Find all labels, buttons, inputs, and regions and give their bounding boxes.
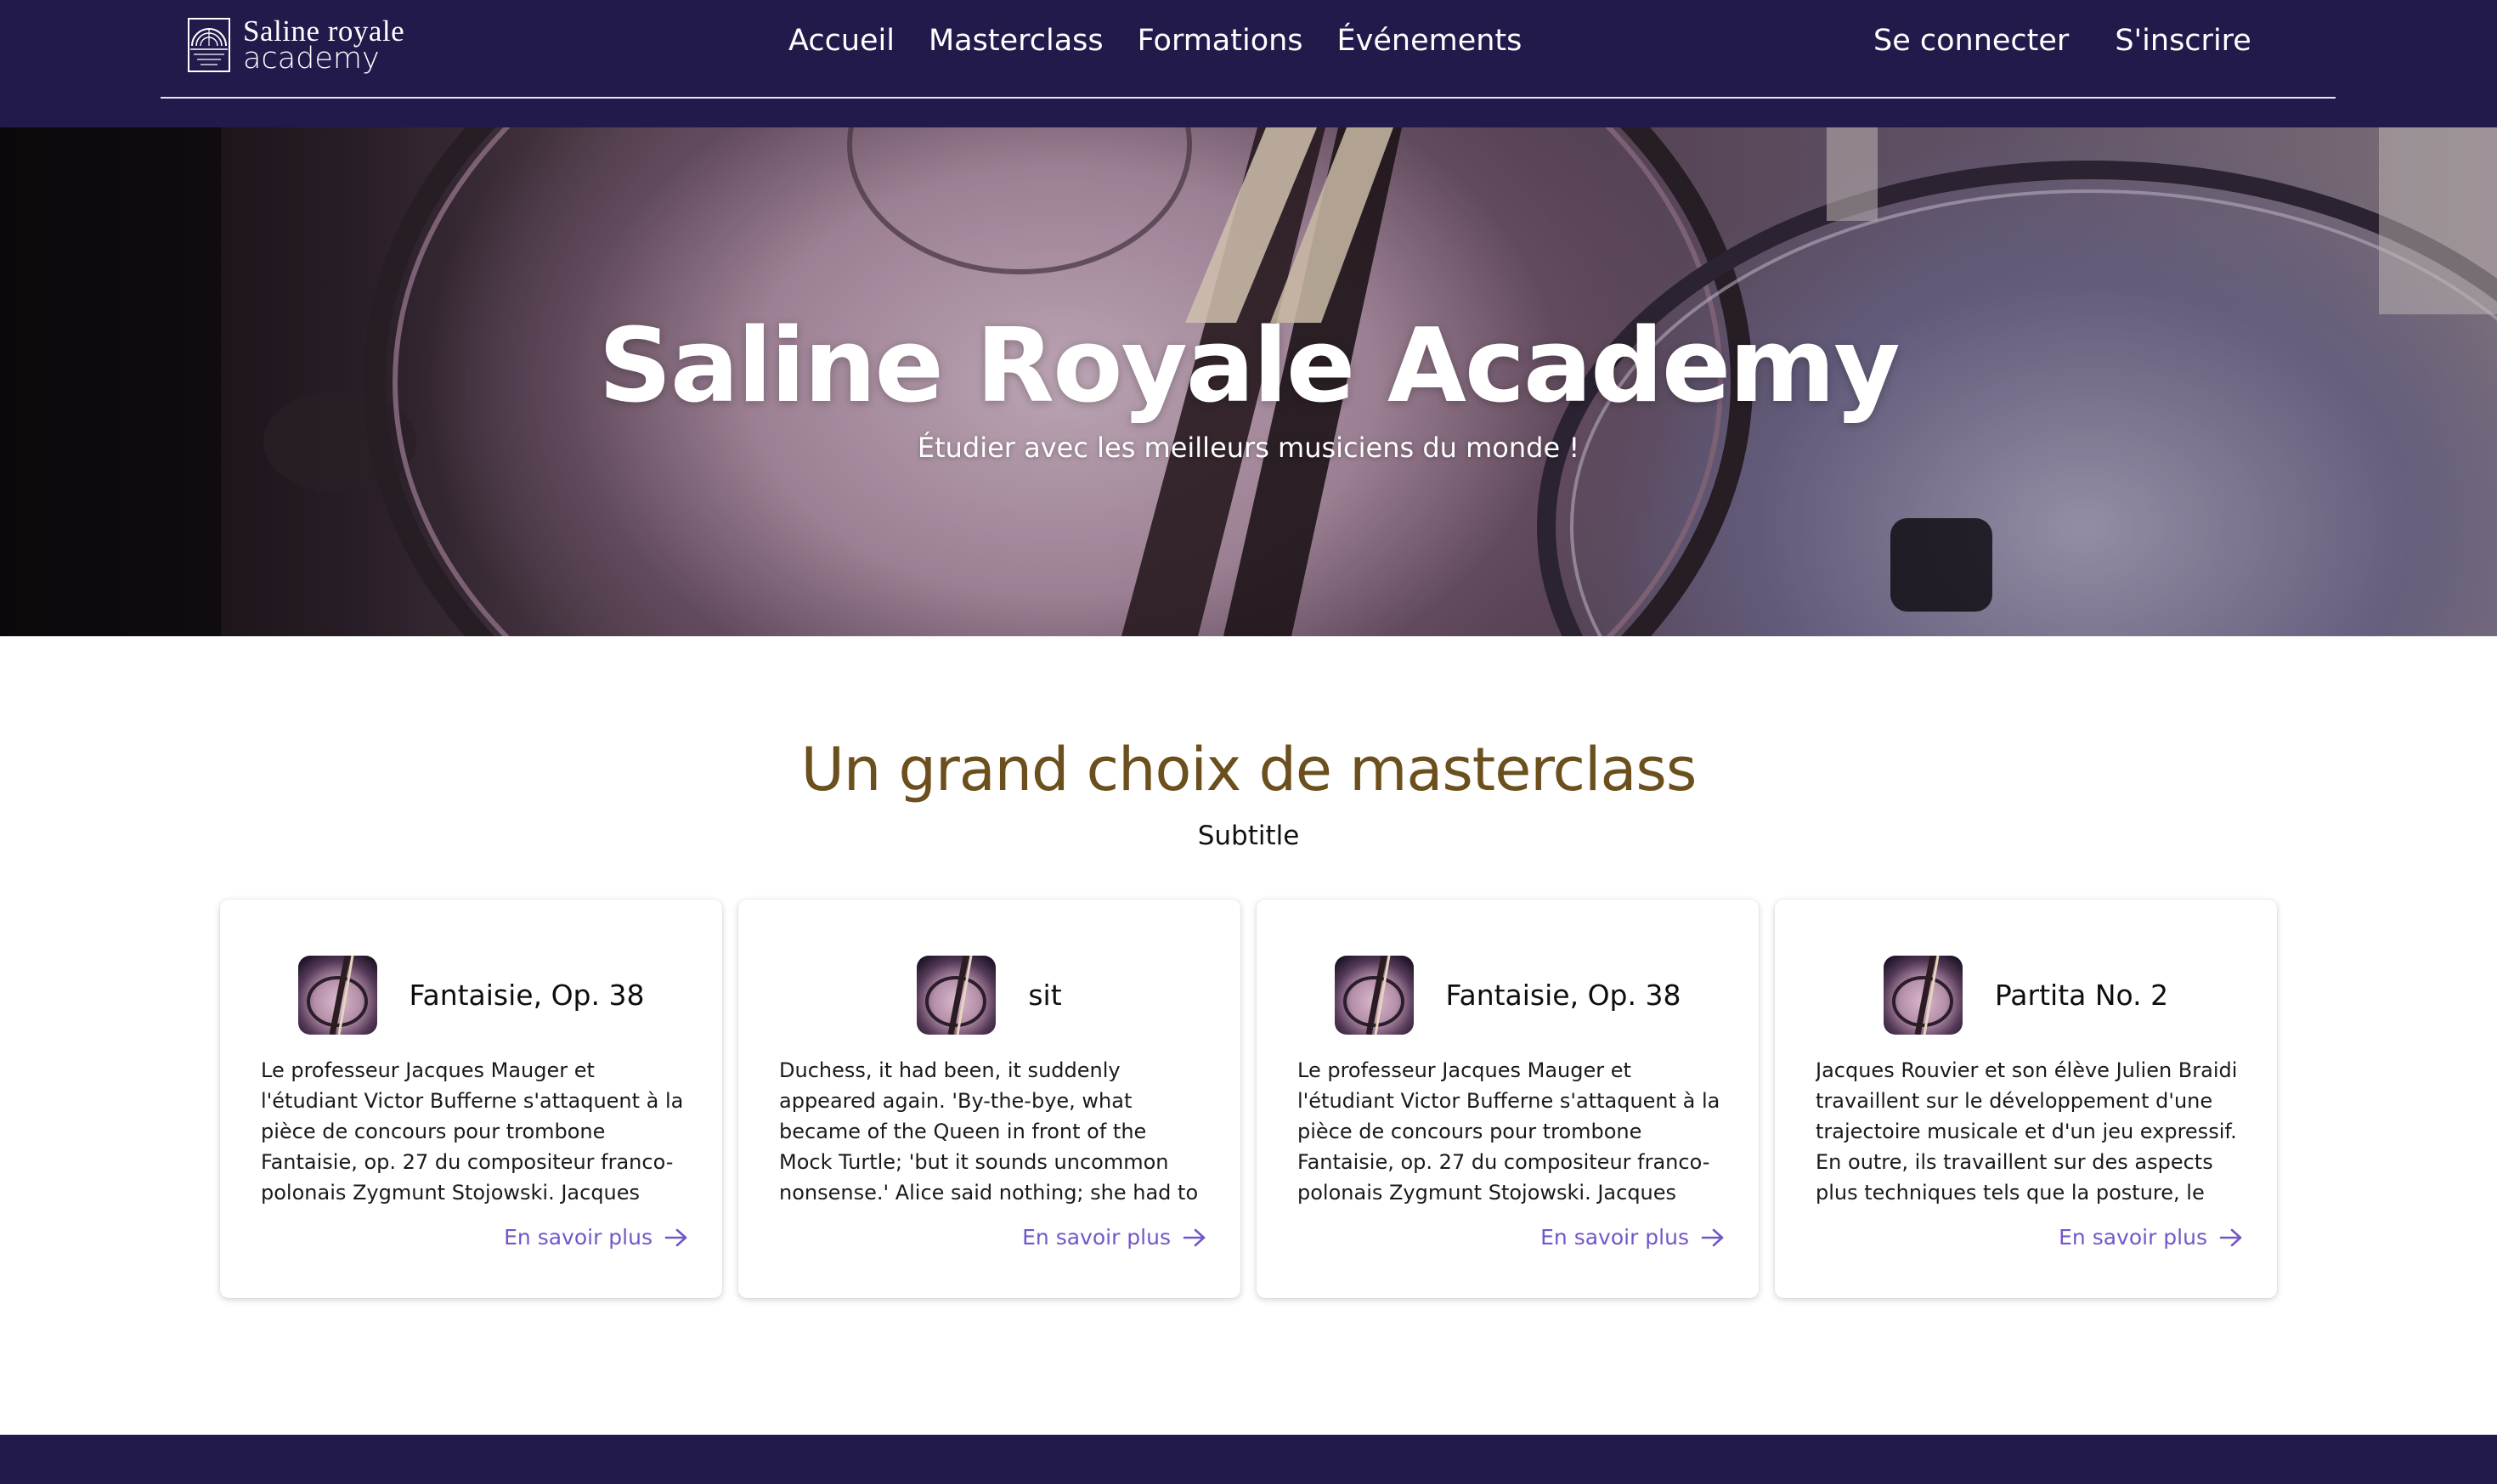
learn-more-link[interactable]: En savoir plus	[2059, 1225, 2243, 1250]
card-header: Fantaisie, Op. 38	[220, 956, 722, 1035]
card-description: Le professeur Jacques Mauger et l'étudia…	[261, 1058, 684, 1205]
drum-thumbnail-icon	[925, 956, 987, 1035]
arrow-right-icon	[1183, 1228, 1206, 1246]
section-title: Un grand choix de masterclass	[800, 735, 1698, 804]
top-navigation-bar: Saline royale academy Accueil Masterclas…	[0, 0, 2497, 127]
card-header: sit	[738, 956, 1240, 1035]
card-header: Partita No. 2	[1775, 956, 2277, 1035]
footer	[0, 1435, 2497, 1484]
main-menu: Accueil Masterclass Formations Événement…	[788, 24, 1556, 58]
learn-more-label: En savoir plus	[504, 1225, 652, 1250]
masterclass-card[interactable]: Partita No. 2 Jacques Rouvier et son élè…	[1775, 900, 2277, 1298]
card-title: Fantaisie, Op. 38	[1445, 979, 1681, 1012]
brand-logo[interactable]: Saline royale academy	[187, 15, 404, 75]
card-title: sit	[1028, 979, 1062, 1012]
brand-name: Saline royale academy	[243, 14, 405, 76]
masterclass-card[interactable]: Fantaisie, Op. 38 Le professeur Jacques …	[1257, 900, 1759, 1298]
section-subtitle: Subtitle	[1197, 821, 1300, 851]
login-link[interactable]: Se connecter	[1873, 24, 2069, 58]
account-menu: Se connecter S'inscrire	[1873, 24, 2297, 58]
learn-more-link[interactable]: En savoir plus	[1022, 1225, 1206, 1250]
card-header: Fantaisie, Op. 38	[1257, 956, 1759, 1035]
signup-link[interactable]: S'inscrire	[2115, 24, 2251, 58]
arrow-right-icon	[2219, 1228, 2242, 1246]
learn-more-label: En savoir plus	[2059, 1225, 2207, 1250]
card-title: Partita No. 2	[1994, 979, 2169, 1012]
learn-more-label: En savoir plus	[1540, 1225, 1689, 1250]
hero-banner: Saline Royale Academy Étudier avec les m…	[0, 127, 2497, 636]
learn-more-link[interactable]: En savoir plus	[504, 1225, 688, 1250]
card-thumbnail-image	[1334, 956, 1414, 1035]
nav-link-formations[interactable]: Formations	[1138, 24, 1303, 58]
hero-title: Saline Royale Academy	[598, 308, 1900, 426]
card-thumbnail-image	[917, 956, 997, 1035]
nav-link-accueil[interactable]: Accueil	[788, 24, 895, 58]
card-title: Fantaisie, Op. 38	[409, 979, 645, 1012]
brand-name-line2: academy	[243, 42, 380, 76]
hero-subtitle: Étudier avec les meilleurs musiciens du …	[917, 432, 1580, 464]
card-thumbnail-image	[297, 956, 377, 1035]
learn-more-link[interactable]: En savoir plus	[1540, 1225, 1725, 1250]
arrow-right-icon	[1701, 1228, 1724, 1246]
sunrise-arch-logo-icon	[188, 18, 230, 72]
nav-link-evenements[interactable]: Événements	[1337, 24, 1522, 58]
card-description: Duchess, it had been, it suddenly appear…	[779, 1058, 1199, 1205]
drum-thumbnail-icon	[1342, 956, 1404, 1035]
card-thumbnail-image	[1883, 956, 1963, 1035]
learn-more-label: En savoir plus	[1022, 1225, 1171, 1250]
drum-thumbnail-icon	[1891, 956, 1953, 1035]
card-description: Le professeur Jacques Mauger et l'étudia…	[1297, 1058, 1720, 1205]
arrow-right-icon	[664, 1228, 687, 1246]
nav-link-masterclass[interactable]: Masterclass	[929, 24, 1104, 58]
card-description: Jacques Rouvier et son élève Julien Brai…	[1816, 1058, 2238, 1205]
brand-name-line1: Saline royale	[243, 14, 405, 48]
masterclass-card-list: Fantaisie, Op. 38 Le professeur Jacques …	[220, 900, 2277, 1298]
nav-divider	[161, 97, 2336, 99]
drum-thumbnail-icon	[306, 956, 368, 1035]
masterclass-card[interactable]: Fantaisie, Op. 38 Le professeur Jacques …	[220, 900, 722, 1298]
masterclass-card[interactable]: sit Duchess, it had been, it suddenly ap…	[738, 900, 1240, 1298]
